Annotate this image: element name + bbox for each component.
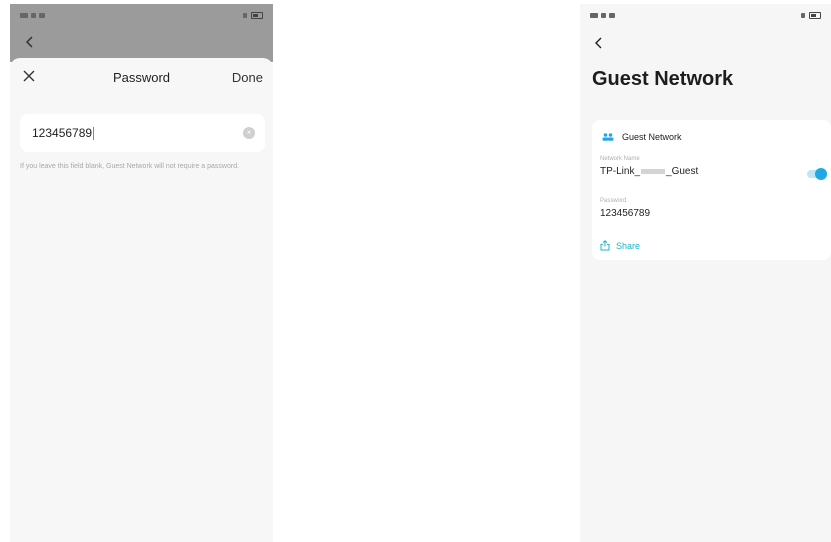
guest-network-screen: Guest Network Guest Network Network Name…	[580, 4, 831, 542]
password-sheet: Password Done 123456789 × If you leave t…	[10, 58, 273, 542]
status-icons-left	[590, 12, 615, 18]
text-cursor	[93, 126, 95, 140]
notification-icon	[20, 12, 28, 18]
password-value: 123456789	[600, 208, 651, 219]
guest-network-card: Guest Network Network Name TP-Link_ _Gues…	[592, 120, 831, 260]
battery-icon	[251, 11, 263, 19]
page-title: Guest Network	[592, 68, 734, 90]
dimmed-background	[10, 4, 273, 62]
password-label: Password	[600, 198, 627, 204]
sheet-header: Password Done	[10, 58, 273, 98]
guest-network-toggle[interactable]	[807, 168, 827, 180]
network-name-label: Network Name	[600, 156, 640, 162]
users-icon	[602, 133, 614, 141]
battery-icon	[809, 11, 821, 19]
password-edit-screen: Password Done 123456789 × If you leave t…	[10, 4, 273, 542]
back-icon[interactable]	[22, 34, 38, 50]
done-button[interactable]: Done	[232, 70, 263, 85]
password-hint: If you leave this field blank, Guest Net…	[20, 163, 240, 170]
notification-icon	[590, 12, 598, 18]
card-heading: Guest Network	[622, 132, 682, 142]
network-name-value: TP-Link_ _Guest	[600, 166, 698, 177]
status-icons-right	[801, 11, 821, 19]
status-bar	[580, 4, 831, 26]
wifi-icon	[609, 12, 615, 18]
signal-icon	[31, 12, 36, 18]
clear-input-icon[interactable]: ×	[243, 127, 255, 139]
signal-icon	[601, 12, 606, 18]
vibrate-icon	[801, 12, 805, 18]
share-button[interactable]: Share	[600, 240, 640, 251]
redacted-block	[641, 168, 666, 174]
wifi-icon	[39, 12, 45, 18]
share-label: Share	[616, 240, 641, 251]
card-header: Guest Network	[602, 132, 682, 142]
network-name-prefix: TP-Link_	[600, 166, 641, 177]
back-icon[interactable]	[592, 36, 606, 50]
status-bar	[10, 4, 273, 26]
status-icons-left	[20, 12, 45, 18]
network-name-suffix: _Guest	[666, 166, 699, 177]
vibrate-icon	[243, 12, 247, 18]
password-input-value: 123456789	[32, 126, 93, 140]
share-icon	[600, 240, 610, 251]
status-icons-right	[243, 11, 263, 19]
password-input[interactable]: 123456789 ×	[20, 114, 265, 152]
